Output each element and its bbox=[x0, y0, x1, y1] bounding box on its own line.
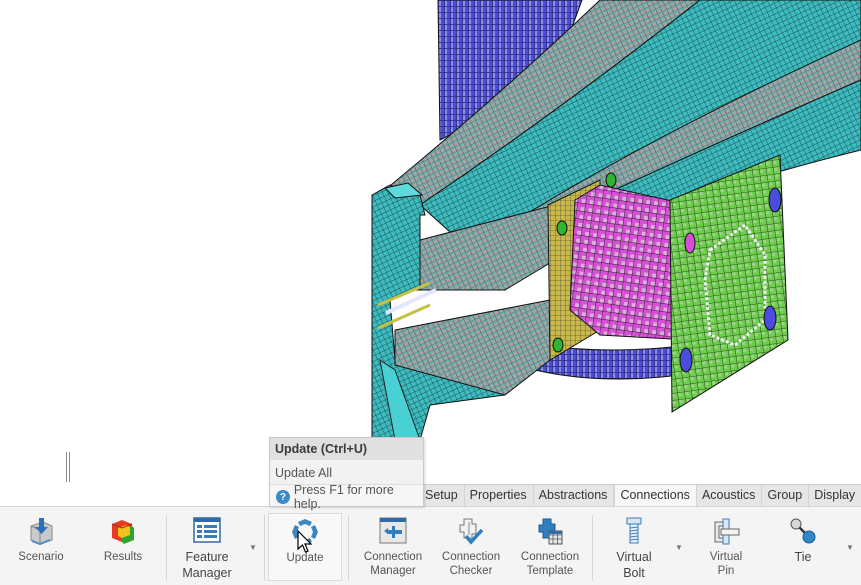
virtual-pin-button[interactable]: Virtual Pin bbox=[700, 507, 752, 585]
connection-manager-icon bbox=[377, 516, 409, 546]
ribbon-separator bbox=[592, 515, 593, 581]
help-circle-icon: ? bbox=[276, 490, 290, 504]
tab-abstractions[interactable]: Abstractions bbox=[534, 485, 615, 507]
connection-checker-label: Connection Checker bbox=[441, 551, 501, 577]
tab-properties[interactable]: Properties bbox=[465, 485, 534, 507]
virtual-pin-icon bbox=[710, 516, 742, 546]
bolt-head bbox=[556, 220, 568, 236]
tie-dropdown[interactable]: ▼ bbox=[846, 543, 854, 552]
results-button[interactable]: Results bbox=[100, 507, 146, 585]
connection-manager-label: Connection Manager bbox=[363, 551, 423, 577]
ribbon-separator bbox=[166, 515, 167, 581]
scenario-button[interactable]: Scenario bbox=[18, 507, 64, 585]
virtual-bolt-button[interactable]: Virtual Bolt bbox=[608, 507, 660, 585]
tab-group[interactable]: Group bbox=[762, 485, 810, 507]
virtual-pin-label: Virtual Pin bbox=[709, 551, 743, 577]
feature-manager-button[interactable]: Feature Manager bbox=[178, 507, 236, 585]
ribbon-separator bbox=[264, 515, 265, 581]
flange-hole bbox=[768, 187, 782, 213]
scenario-icon bbox=[25, 516, 57, 546]
ribbon-toolbar: Scenario Results Feature Manager ▼ Updat… bbox=[0, 506, 861, 585]
tab-acoustics[interactable]: Acoustics bbox=[697, 485, 763, 507]
tab-connections[interactable]: Connections bbox=[614, 485, 697, 507]
virtual-bolt-label: Virtual Bolt bbox=[616, 550, 652, 580]
tooltip-title: Update (Ctrl+U) bbox=[270, 438, 423, 460]
ribbon-separator bbox=[348, 515, 349, 581]
mouse-cursor-icon bbox=[297, 530, 313, 553]
scenario-label: Scenario bbox=[18, 551, 64, 563]
tooltip-subtitle: Update All bbox=[275, 466, 332, 480]
tooltip-help-text: Press F1 for more help. bbox=[293, 483, 394, 511]
connection-template-button[interactable]: Connection Template bbox=[519, 507, 581, 585]
connection-manager-button[interactable]: Connection Manager bbox=[362, 507, 424, 585]
bolt-head bbox=[605, 172, 617, 188]
flange-hole bbox=[684, 232, 696, 254]
connection-template-icon bbox=[534, 516, 566, 546]
tab-setup[interactable]: Setup bbox=[420, 485, 465, 507]
virtual-bolt-icon bbox=[618, 516, 650, 546]
connection-template-label: Connection Template bbox=[520, 551, 580, 577]
fe-mesh-model[interactable] bbox=[0, 0, 861, 507]
bolt-head bbox=[552, 337, 564, 353]
tie-icon bbox=[787, 516, 819, 546]
results-icon bbox=[107, 516, 139, 546]
feature-manager-dropdown[interactable]: ▼ bbox=[249, 543, 257, 552]
flange-hole bbox=[763, 305, 777, 331]
feature-manager-label: Feature Manager bbox=[182, 550, 232, 580]
connection-checker-icon bbox=[455, 516, 487, 546]
virtual-bolt-dropdown[interactable]: ▼ bbox=[675, 543, 683, 552]
text-caret bbox=[66, 452, 70, 482]
tooltip-help-row: ? Press F1 for more help. bbox=[270, 483, 423, 511]
tie-button[interactable]: Tie bbox=[778, 507, 828, 585]
connection-checker-button[interactable]: Connection Checker bbox=[440, 507, 502, 585]
results-label: Results bbox=[103, 551, 143, 563]
update-tooltip: Update (Ctrl+U) Update All ? Press F1 fo… bbox=[269, 437, 424, 511]
feature-manager-icon bbox=[191, 516, 223, 546]
graphics-viewport[interactable] bbox=[0, 0, 861, 507]
tie-label: Tie bbox=[794, 550, 812, 564]
flange-hole bbox=[679, 347, 693, 373]
ribbon-tab-bar: Setup Properties Abstractions Connections Ac… bbox=[420, 484, 861, 507]
tab-display[interactable]: Display bbox=[809, 485, 861, 507]
